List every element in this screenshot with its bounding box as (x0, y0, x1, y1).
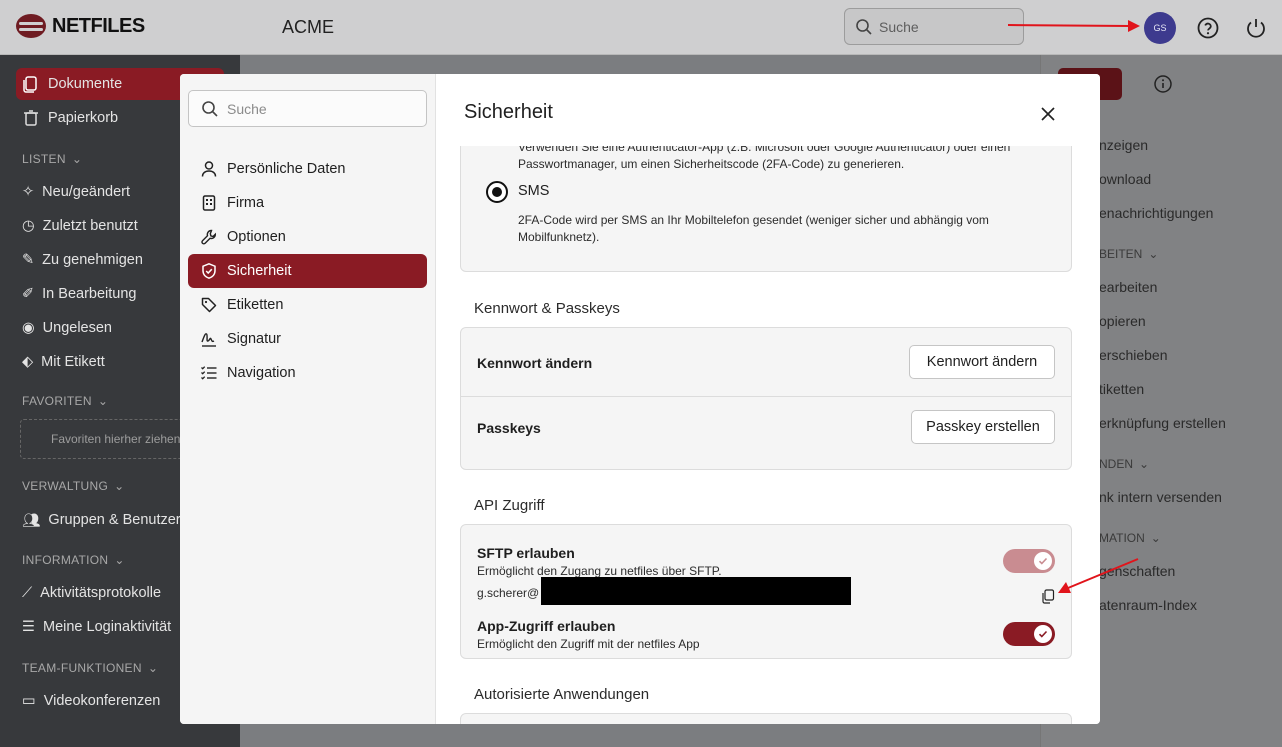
arrow-to-copy-icon (1058, 558, 1139, 593)
arrow-to-avatar (1007, 20, 1140, 32)
annotation-arrows (1007, 20, 1140, 593)
